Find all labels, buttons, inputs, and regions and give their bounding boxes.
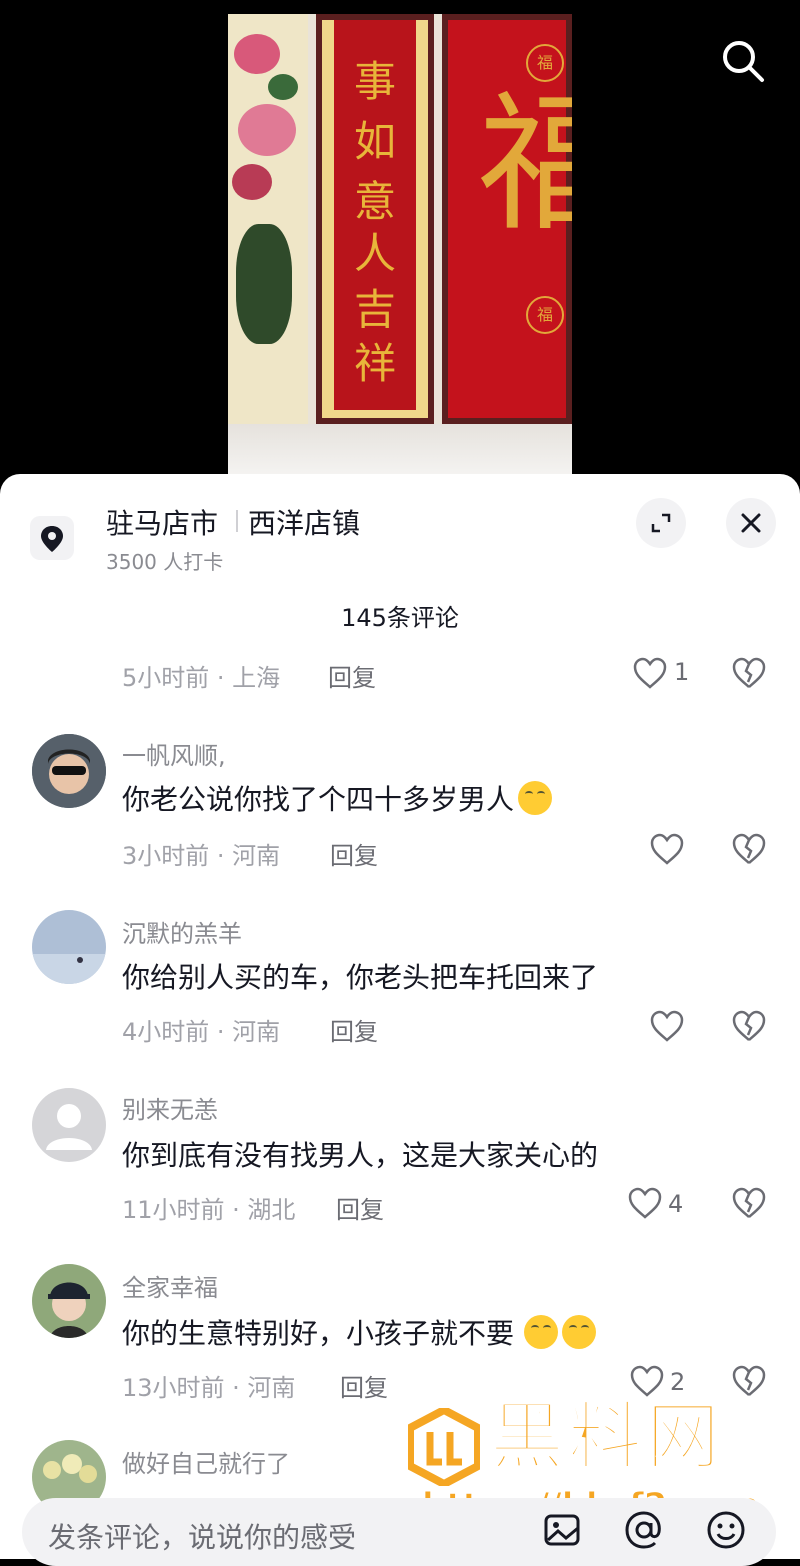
comment-input[interactable]: 发条评论，说说你的感受	[48, 1516, 356, 1556]
heart-icon[interactable]	[649, 832, 685, 866]
broken-heart-icon[interactable]	[731, 1364, 767, 1398]
reply-button[interactable]: 回复	[330, 836, 378, 871]
avatar[interactable]	[32, 1264, 106, 1338]
comment-text: 你老公说你找了个四十多岁男人	[122, 778, 553, 818]
floor	[228, 424, 572, 474]
laughing-tears-emoji-icon	[518, 781, 553, 815]
laughing-tears-emoji-icon	[524, 1315, 559, 1349]
mention-icon[interactable]	[622, 1508, 666, 1552]
reply-button[interactable]: 回复	[340, 1368, 388, 1403]
comment-meta: 5小时前 · 上海	[122, 664, 281, 692]
fu-character: 福	[478, 78, 572, 252]
heart-icon[interactable]	[629, 1364, 665, 1398]
heart-icon[interactable]	[627, 1186, 663, 1220]
location-pin-icon	[30, 516, 74, 560]
comment-count-title: 145条评论	[341, 604, 459, 632]
close-icon	[741, 513, 761, 533]
comment-meta: 11小时前 · 湖北	[122, 1196, 296, 1224]
fu-medal: 福	[526, 44, 564, 82]
username[interactable]: 一帆风顺,	[122, 736, 226, 771]
image-icon[interactable]	[540, 1508, 584, 1552]
comment-text: 你到底有没有找男人，这是大家关心的	[122, 1139, 599, 1172]
comment-input-bar[interactable]: 发条评论，说说你的感受	[22, 1498, 776, 1566]
broken-heart-icon[interactable]	[731, 832, 767, 866]
search-icon[interactable]	[718, 36, 766, 84]
couplet-panel: 事 如 意 人 吉 祥	[316, 14, 434, 424]
expand-button[interactable]	[636, 498, 686, 548]
username[interactable]: 全家幸福	[122, 1268, 218, 1303]
couplet-char: 吉	[353, 285, 396, 334]
like-count: 1	[674, 658, 690, 686]
username[interactable]: 别来无恙	[122, 1090, 218, 1125]
location-town[interactable]: 西洋店镇	[248, 502, 360, 542]
watermark-logo-icon	[408, 1408, 480, 1486]
like-count: 4	[668, 1190, 684, 1218]
peony-painting	[228, 14, 308, 424]
expand-icon	[651, 513, 671, 533]
broken-heart-icon[interactable]	[731, 656, 767, 690]
comment-text: 你给别人买的车，你老头把车托回来了	[122, 961, 599, 994]
comment-text: 你的生意特别好，小孩子就不要	[122, 1312, 597, 1352]
location-divider	[236, 510, 238, 532]
location-city[interactable]: 驻马店市	[106, 502, 218, 542]
reply-button[interactable]: 回复	[336, 1190, 384, 1225]
checkin-count: 3500 人打卡	[106, 550, 224, 574]
avatar[interactable]	[32, 734, 106, 808]
fu-medal: 福	[526, 296, 564, 334]
like-count: 2	[670, 1368, 686, 1396]
broken-heart-icon[interactable]	[731, 1009, 767, 1043]
avatar[interactable]	[32, 910, 106, 984]
comment-meta: 4小时前 · 河南	[122, 1018, 281, 1046]
close-button[interactable]	[726, 498, 776, 548]
username[interactable]: 做好自己就行了	[122, 1444, 290, 1479]
heart-icon[interactable]	[649, 1009, 685, 1043]
couplet-char: 祥	[353, 339, 396, 388]
watermark-title: 黑料网	[489, 1394, 724, 1480]
couplet-char: 如	[353, 117, 396, 166]
video-frame: 事 如 意 人 吉 祥 福 福 福	[228, 14, 572, 474]
couplet-char: 人	[353, 229, 396, 278]
broken-heart-icon[interactable]	[731, 1186, 767, 1220]
laughing-tears-emoji-icon	[562, 1315, 597, 1349]
comment-meta: 13小时前 · 河南	[122, 1374, 296, 1402]
video-player[interactable]: 事 如 意 人 吉 祥 福 福 福	[0, 0, 800, 480]
couplet-char: 事	[353, 57, 396, 106]
fu-panel: 福 福 福	[442, 14, 572, 424]
heart-icon[interactable]	[632, 656, 668, 690]
emoji-icon[interactable]	[704, 1508, 748, 1552]
reply-button[interactable]: 回复	[330, 1012, 378, 1047]
avatar[interactable]	[32, 1088, 106, 1162]
username[interactable]: 沉默的羔羊	[122, 914, 242, 949]
comment-meta: 3小时前 · 河南	[122, 842, 281, 870]
reply-button[interactable]: 回复	[328, 658, 376, 693]
